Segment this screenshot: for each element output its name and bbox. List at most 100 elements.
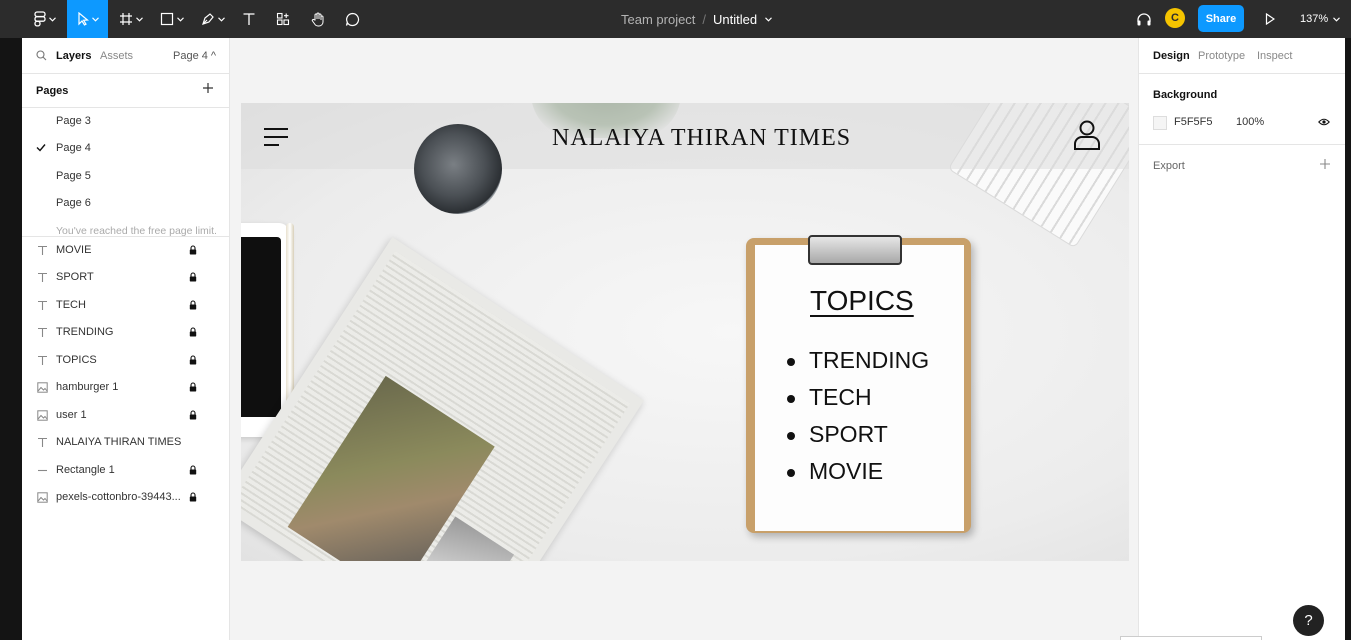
avatar[interactable]: C bbox=[1165, 8, 1185, 28]
lock-icon[interactable] bbox=[189, 492, 197, 502]
clipboard-clip bbox=[808, 235, 902, 265]
text-tool-button[interactable] bbox=[237, 0, 261, 38]
layers-panel: Layers Assets Page 4 ^ Pages Page 3 Page… bbox=[22, 38, 230, 640]
comment-tool-button[interactable] bbox=[340, 0, 364, 38]
add-page-icon[interactable] bbox=[202, 82, 214, 94]
page-label: Page 3 bbox=[56, 115, 91, 127]
lock-icon[interactable] bbox=[189, 327, 197, 337]
chevron-down-icon[interactable] bbox=[765, 16, 773, 22]
help-button[interactable]: ? bbox=[1293, 605, 1324, 636]
lock-icon[interactable] bbox=[189, 355, 197, 365]
topics-heading[interactable]: TOPICS bbox=[810, 285, 914, 317]
page-item[interactable]: Page 6 bbox=[22, 190, 230, 217]
export-section: Export bbox=[1139, 145, 1346, 185]
hand-tool-button[interactable] bbox=[306, 0, 330, 38]
lock-icon[interactable] bbox=[189, 245, 197, 255]
layer-item[interactable]: TRENDING bbox=[22, 319, 230, 346]
image-layer-icon bbox=[37, 410, 48, 421]
audio-button[interactable] bbox=[1133, 0, 1155, 38]
text-layer-icon bbox=[38, 437, 47, 447]
hamburger-menu-icon[interactable] bbox=[263, 127, 289, 147]
pen-icon bbox=[202, 13, 214, 25]
lock-icon[interactable] bbox=[189, 382, 197, 392]
chevron-down-icon bbox=[1333, 16, 1341, 22]
search-icon[interactable] bbox=[36, 50, 47, 61]
zoom-menu[interactable]: 137% bbox=[1300, 0, 1341, 38]
title-separator: / bbox=[702, 11, 707, 27]
text-icon bbox=[243, 13, 255, 25]
layer-item[interactable]: hamburger 1 bbox=[22, 374, 230, 401]
pen-tool-button[interactable] bbox=[196, 0, 230, 38]
page-label: Page 6 bbox=[56, 197, 91, 209]
tab-prototype[interactable]: Prototype bbox=[1198, 50, 1245, 62]
text-layer-icon bbox=[38, 327, 47, 337]
headphones-icon bbox=[1137, 13, 1151, 26]
background-label: Background bbox=[1153, 89, 1218, 101]
page-selector[interactable]: Page 4 ^ bbox=[173, 50, 216, 62]
layer-item[interactable]: SPORT bbox=[22, 264, 230, 291]
layer-item[interactable]: Rectangle 1 bbox=[22, 457, 230, 484]
lock-icon[interactable] bbox=[189, 410, 197, 420]
page-item[interactable]: Page 4 bbox=[22, 135, 230, 162]
background-section: Background F5F5F5 100% bbox=[1139, 74, 1346, 145]
share-button[interactable]: Share bbox=[1198, 5, 1244, 32]
topic-item-sport[interactable]: SPORT bbox=[787, 421, 929, 458]
user-icon[interactable] bbox=[1072, 119, 1102, 151]
background-swatch[interactable] bbox=[1153, 116, 1167, 130]
hand-icon bbox=[311, 12, 324, 26]
topic-item-movie[interactable]: MOVIE bbox=[787, 458, 929, 495]
text-layer-icon bbox=[38, 272, 47, 282]
pen-image bbox=[286, 223, 294, 413]
layer-label: SPORT bbox=[56, 271, 94, 283]
topic-item-tech[interactable]: TECH bbox=[787, 384, 929, 421]
right-edge bbox=[1345, 38, 1351, 640]
lock-icon[interactable] bbox=[189, 465, 197, 475]
topics-list: TRENDING TECH SPORT MOVIE bbox=[787, 347, 929, 495]
design-canvas[interactable]: NALAIYA THIRAN TIMES TOPICS TRENDING TEC… bbox=[230, 38, 1138, 640]
page-item[interactable]: Page 5 bbox=[22, 163, 230, 190]
jar-image bbox=[414, 124, 502, 214]
play-icon bbox=[1265, 13, 1275, 25]
move-tool-button[interactable] bbox=[67, 0, 108, 38]
page-item[interactable]: Page 3 bbox=[22, 108, 230, 135]
masthead-title[interactable]: NALAIYA THIRAN TIMES bbox=[552, 125, 851, 152]
main-menu-button[interactable] bbox=[28, 0, 62, 38]
file-name[interactable]: Untitled bbox=[713, 12, 757, 27]
text-layer-icon bbox=[38, 300, 47, 310]
design-frame[interactable]: NALAIYA THIRAN TIMES TOPICS TRENDING TEC… bbox=[241, 103, 1129, 561]
frame-tool-button[interactable] bbox=[114, 0, 148, 38]
lock-icon[interactable] bbox=[189, 272, 197, 282]
layer-item[interactable]: pexels-cottonbro-39443... bbox=[22, 484, 230, 511]
tab-layers[interactable]: Layers bbox=[56, 50, 91, 62]
background-opacity-input[interactable]: 100% bbox=[1236, 116, 1264, 128]
comment-icon bbox=[345, 12, 359, 26]
checkmark-icon bbox=[36, 144, 46, 152]
background-hex-input[interactable]: F5F5F5 bbox=[1174, 116, 1213, 128]
eye-icon[interactable] bbox=[1318, 118, 1330, 126]
shape-tool-button[interactable] bbox=[155, 0, 189, 38]
layer-item[interactable]: NALAIYA THIRAN TIMES bbox=[22, 429, 230, 456]
lock-icon[interactable] bbox=[189, 300, 197, 310]
project-name[interactable]: Team project bbox=[621, 12, 695, 27]
layer-label: NALAIYA THIRAN TIMES bbox=[56, 436, 182, 448]
page-label: Page 5 bbox=[56, 170, 91, 182]
layer-label: MOVIE bbox=[56, 244, 92, 256]
layer-item[interactable]: TECH bbox=[22, 292, 230, 319]
resources-button[interactable] bbox=[271, 0, 295, 38]
file-title[interactable]: Team project / Untitled bbox=[621, 0, 773, 38]
tab-design[interactable]: Design bbox=[1153, 50, 1190, 62]
bottom-popup-edge bbox=[1120, 636, 1262, 640]
tab-inspect[interactable]: Inspect bbox=[1257, 50, 1292, 62]
chevron-down-icon bbox=[218, 16, 225, 22]
topic-item-trending[interactable]: TRENDING bbox=[787, 347, 929, 384]
layer-item[interactable]: user 1 bbox=[22, 402, 230, 429]
layer-label: user 1 bbox=[56, 409, 87, 421]
layer-label: pexels-cottonbro-39443... bbox=[56, 491, 181, 503]
layer-item[interactable]: TOPICS bbox=[22, 347, 230, 374]
layer-item[interactable]: MOVIE bbox=[22, 237, 230, 264]
present-button[interactable] bbox=[1260, 0, 1280, 38]
page-label: Page 4 bbox=[56, 142, 91, 154]
tab-assets[interactable]: Assets bbox=[100, 50, 133, 62]
figma-app: Team project / Untitled C Share 137% Lay… bbox=[0, 0, 1351, 640]
add-export-icon[interactable] bbox=[1319, 158, 1331, 170]
